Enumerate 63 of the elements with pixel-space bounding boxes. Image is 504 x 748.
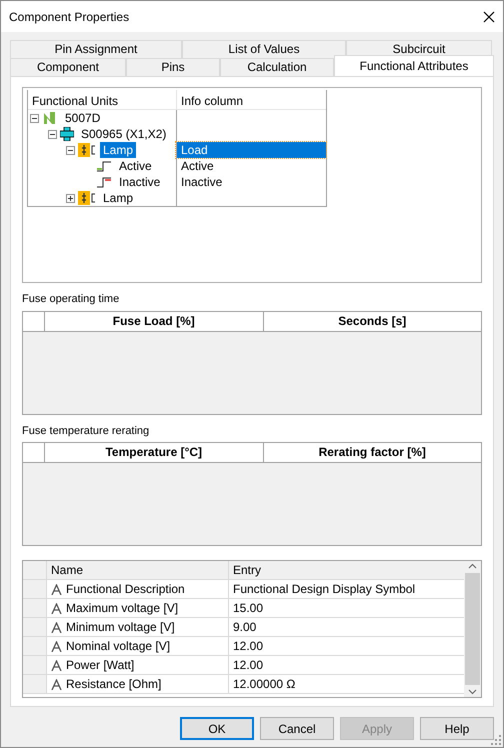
scroll-thumb[interactable] <box>465 573 480 685</box>
expander-icon[interactable] <box>48 130 57 138</box>
scrollbar[interactable] <box>464 561 481 697</box>
tree-item[interactable]: Inactive <box>116 174 164 190</box>
property-value[interactable]: 12.00000 Ω <box>233 677 296 691</box>
tab[interactable]: Pin Assignment <box>10 40 182 58</box>
scroll-up-icon[interactable] <box>468 563 477 569</box>
lamp-icon <box>78 191 96 205</box>
property-value[interactable]: 9.00 <box>233 620 256 634</box>
attribute-icon <box>51 622 62 632</box>
column-header: Name <box>51 562 84 579</box>
attribute-icon <box>51 660 62 670</box>
scroll-down-icon[interactable] <box>468 689 477 695</box>
tree-item[interactable]: S00965 (X1,X2) <box>78 126 170 142</box>
column-header: Seconds [s] <box>262 312 481 330</box>
property-name: Functional Description <box>66 581 185 598</box>
property-name: Minimum voltage [V] <box>66 619 175 636</box>
dialog-button[interactable]: OK <box>180 717 254 740</box>
step-signal-icon <box>96 160 112 172</box>
attribute-icon <box>51 678 62 690</box>
property-name: Nominal voltage [V] <box>66 638 170 655</box>
tree-item[interactable]: Lamp <box>100 142 136 158</box>
tab[interactable]: List of Values <box>182 40 346 58</box>
tree-item[interactable]: 5007D <box>62 110 104 126</box>
property-name: Power [Watt] <box>66 657 134 674</box>
property-value[interactable]: 15.00 <box>233 601 264 615</box>
expander-icon[interactable] <box>30 114 39 122</box>
column-header: Rerating factor [%] <box>262 443 481 462</box>
property-name: Resistance [Ohm] <box>66 676 162 693</box>
column-header: Entry <box>233 563 262 577</box>
column-header: Fuse Load [%] <box>112 312 196 330</box>
property-value[interactable]: Functional Design Display Symbol <box>233 582 416 596</box>
column-header: Temperature [°C] <box>104 444 204 461</box>
tab[interactable]: Functional Attributes <box>334 55 494 76</box>
column-header: Functional Units <box>31 93 120 109</box>
window-title: Component Properties <box>9 8 130 26</box>
step-signal-icon <box>96 176 112 188</box>
attribute-icon <box>51 602 62 614</box>
attribute-icon <box>51 640 62 652</box>
expander-icon[interactable] <box>66 194 75 202</box>
tree-item[interactable]: Active <box>116 158 155 174</box>
connector-icon <box>60 127 74 141</box>
section-label: Fuse operating time <box>22 292 120 307</box>
property-value[interactable]: 12.00 <box>233 639 264 653</box>
property-name: Maximum voltage [V] <box>66 600 178 617</box>
tab[interactable]: Pins <box>126 58 220 76</box>
info-cell: Active <box>176 158 326 174</box>
info-cell: Inactive <box>176 174 326 190</box>
tab[interactable]: Calculation <box>220 58 334 76</box>
resize-grip-icon <box>491 735 501 745</box>
close-icon[interactable] <box>483 10 495 22</box>
column-header: Info column <box>176 90 326 109</box>
component-icon <box>42 111 58 125</box>
info-cell: Load <box>176 142 326 158</box>
property-value[interactable]: 12.00 <box>233 658 264 672</box>
lamp-icon <box>78 143 96 157</box>
tab[interactable]: Component <box>10 58 126 76</box>
attribute-icon <box>51 584 62 594</box>
dialog-button[interactable]: Cancel <box>260 717 334 740</box>
section-label: Fuse temperature rerating <box>22 424 150 438</box>
expander-icon[interactable] <box>66 146 75 154</box>
tree-item[interactable]: Lamp <box>100 190 136 206</box>
dialog-button[interactable]: Help <box>420 717 494 740</box>
